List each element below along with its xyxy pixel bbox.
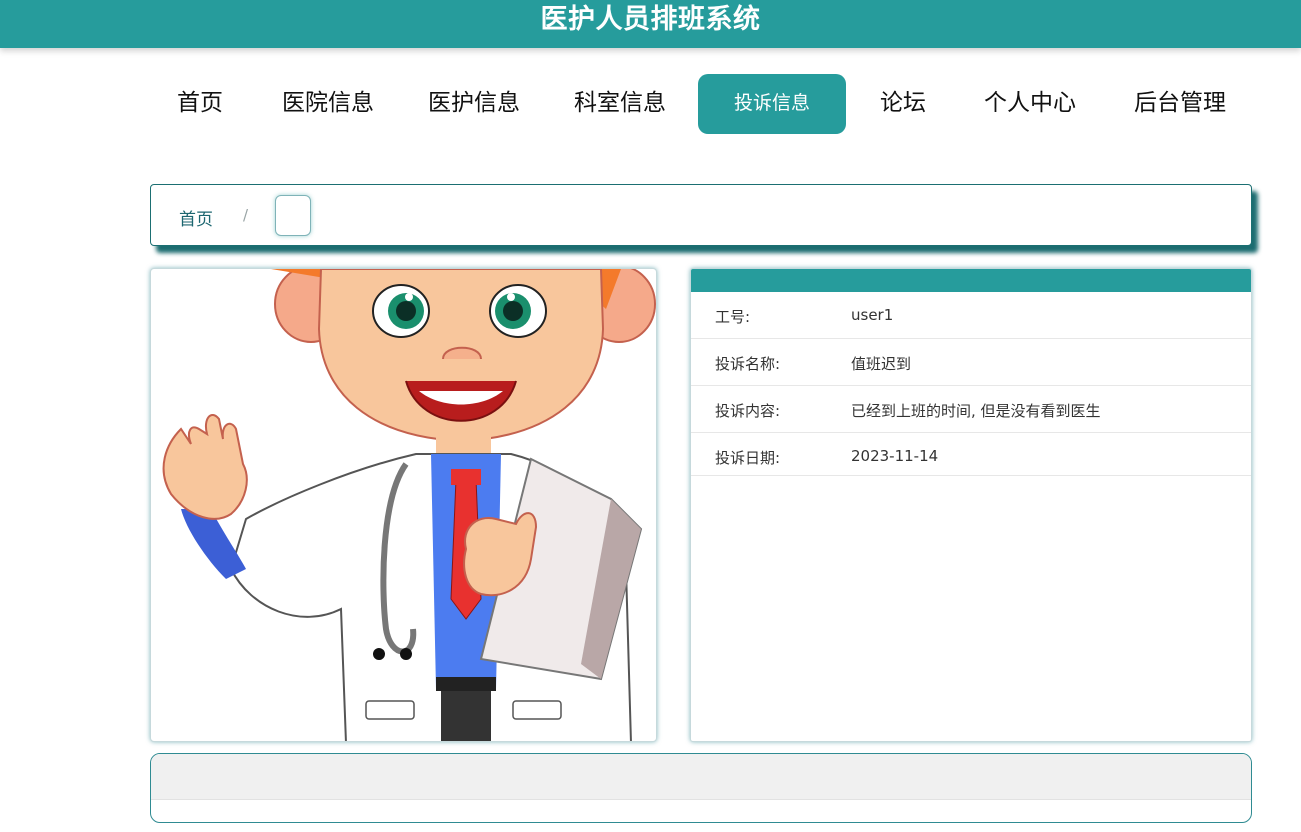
nav-item-department-info[interactable]: 科室信息	[564, 74, 676, 134]
nav-item-forum[interactable]: 论坛	[866, 74, 940, 134]
breadcrumb-current	[275, 195, 311, 236]
nav-item-admin[interactable]: 后台管理	[1122, 74, 1238, 134]
detail-header-bar	[691, 269, 1251, 292]
breadcrumb-home-link[interactable]: 首页	[179, 205, 213, 230]
app-title: 医护人员排班系统	[540, 4, 761, 35]
detail-row-employee-id: 工号: user1	[691, 292, 1251, 339]
detail-label: 投诉日期:	[715, 449, 781, 467]
nav-item-home[interactable]: 首页	[160, 74, 240, 134]
detail-label: 投诉内容:	[715, 402, 781, 420]
detail-value: 值班迟到	[851, 355, 912, 373]
main-nav: 首页 医院信息 医护信息 科室信息 投诉信息 论坛 个人中心 后台管理	[0, 74, 1301, 134]
detail-value: 2023-11-14	[851, 447, 939, 465]
breadcrumb-separator: /	[243, 206, 249, 224]
doctor-cartoon-illustration-icon	[162, 269, 656, 741]
detail-label: 工号:	[715, 308, 751, 326]
detail-label: 投诉名称:	[715, 355, 781, 373]
nav-item-hospital-info[interactable]: 医院信息	[272, 74, 384, 134]
comment-section-header	[151, 754, 1251, 800]
header-bar: 医护人员排班系统	[0, 0, 1301, 48]
nav-item-medical-staff-info[interactable]: 医护信息	[418, 74, 530, 134]
breadcrumb: 首页 /	[150, 184, 1252, 246]
detail-value: user1	[851, 306, 894, 324]
comment-section	[150, 753, 1252, 823]
detail-row-complaint-name: 投诉名称: 值班迟到	[691, 339, 1251, 386]
nav-item-complaint-info[interactable]: 投诉信息	[698, 74, 846, 134]
detail-row-complaint-date: 投诉日期: 2023-11-14	[691, 433, 1251, 476]
nav-item-personal-center[interactable]: 个人中心	[972, 74, 1088, 134]
complaint-image	[150, 268, 657, 742]
detail-value: 已经到上班的时间, 但是没有看到医生	[851, 402, 1101, 420]
complaint-detail-card: 工号: user1 投诉名称: 值班迟到 投诉内容: 已经到上班的时间, 但是没…	[690, 268, 1252, 742]
detail-row-complaint-content: 投诉内容: 已经到上班的时间, 但是没有看到医生	[691, 386, 1251, 433]
